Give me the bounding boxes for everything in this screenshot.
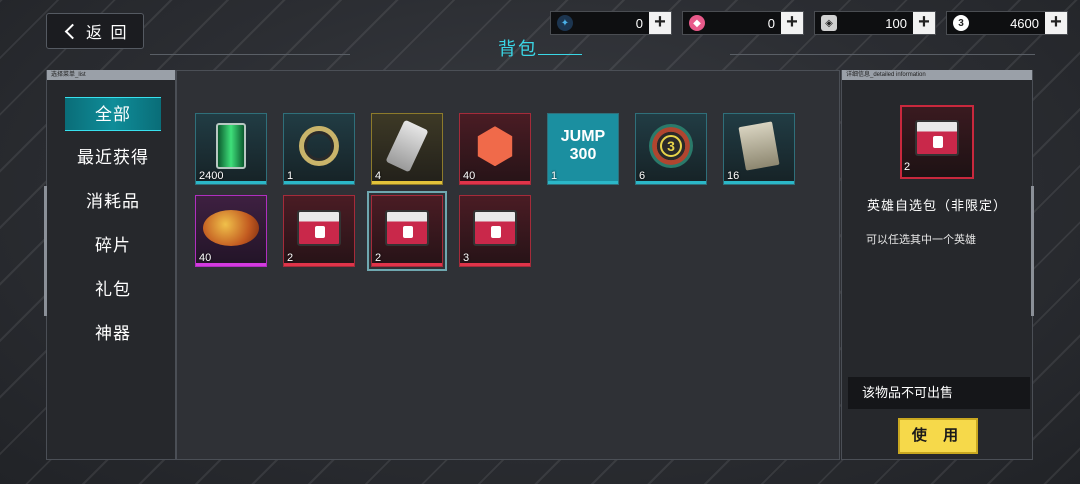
item-slot-card-ticket[interactable]: 4 <box>371 113 443 185</box>
item-slot-hero-chest[interactable]: 2 <box>283 195 355 267</box>
rarity-bar <box>460 181 530 184</box>
rarity-bar <box>196 181 266 184</box>
add-energy-button[interactable]: + <box>649 12 671 34</box>
item-slot-hero-chest[interactable]: 3 <box>459 195 531 267</box>
coin-number: 3 <box>660 135 682 158</box>
item-slot-gold-ring[interactable]: 1 <box>283 113 355 185</box>
currency-value: 0 <box>635 15 643 31</box>
currency-value: 100 <box>885 15 907 31</box>
tab-gift-packs[interactable]: 礼包 <box>65 273 161 307</box>
item-slot-chip-module[interactable]: 16 <box>723 113 795 185</box>
rarity-bar <box>460 263 530 266</box>
rarity-bar <box>636 181 706 184</box>
rarity-bar <box>284 263 354 266</box>
add-gem-button[interactable]: + <box>781 12 803 34</box>
food-icon <box>203 210 259 247</box>
currency-value: 0 <box>767 15 775 31</box>
currency-value: 4600 <box>1010 15 1039 31</box>
chest-icon <box>915 119 959 156</box>
back-label: 返 回 <box>86 25 129 42</box>
detail-caption: 详细信息_detailed information <box>842 70 1032 80</box>
crystal-canister-icon <box>216 123 246 170</box>
energy-icon: ✦ <box>557 15 573 31</box>
rarity-bar <box>196 263 266 266</box>
tab-all[interactable]: 全部 <box>65 97 161 131</box>
header-divider <box>150 54 350 55</box>
rarity-bar <box>724 181 794 184</box>
page-title: 背包 <box>498 39 538 59</box>
add-coin-button[interactable]: + <box>1045 12 1067 34</box>
ticket-icon: ◈ <box>821 15 837 31</box>
tab-consumables[interactable]: 消耗品 <box>65 185 161 219</box>
currency-coin: 3 4600 + <box>946 11 1068 35</box>
hexagon-gem-icon <box>477 126 513 167</box>
rarity-bar <box>548 181 618 184</box>
item-slot-gold-coin[interactable]: 3 6 <box>635 113 707 185</box>
coin-icon: 3 <box>953 15 969 31</box>
tab-recent[interactable]: 最近获得 <box>65 141 161 175</box>
currency-energy: ✦ 0 + <box>550 11 672 35</box>
detail-count: 2 <box>904 161 911 173</box>
frame-accent <box>44 186 47 316</box>
sidebar-caption: 选择菜单_list <box>47 70 175 80</box>
add-ticket-button[interactable]: + <box>913 12 935 34</box>
coin-icon: 3 <box>649 124 693 169</box>
use-button[interactable]: 使 用 <box>898 418 978 454</box>
item-slot-hero-chest-selected[interactable]: 2 <box>367 191 447 271</box>
tab-artifacts[interactable]: 神器 <box>65 317 161 351</box>
item-description: 可以任选其中一个英雄 <box>866 234 976 246</box>
jump-label: JUMP <box>560 128 606 146</box>
currency-ticket: ◈ 100 + <box>814 11 936 35</box>
item-slot-food-platter[interactable]: 40 <box>195 195 267 267</box>
gem-icon: ◆ <box>689 15 705 31</box>
jump-card-icon: JUMP 300 <box>561 128 605 164</box>
jump-value: 300 <box>569 146 597 164</box>
tab-fragments[interactable]: 碎片 <box>65 229 161 263</box>
chest-icon <box>297 210 341 247</box>
rarity-bar <box>284 181 354 184</box>
sell-status: 该物品不可出售 <box>848 377 1030 409</box>
item-slot-crystal-canister[interactable]: 2400 <box>195 113 267 185</box>
currency-gem: ◆ 0 + <box>682 11 804 35</box>
rarity-bar <box>372 263 442 266</box>
detail-panel: 详细信息_detailed information 2 英雄自选包（非限定） 可… <box>841 70 1033 460</box>
category-sidebar: 选择菜单_list 全部 最近获得 消耗品 碎片 礼包 神器 <box>46 70 176 460</box>
item-slot-jump-300[interactable]: JUMP 300 1 <box>547 113 619 185</box>
inventory-grid: 2400 1 4 40 JUMP 300 1 3 6 16 40 2 2 3 <box>176 70 840 460</box>
item-name: 英雄自选包（非限定） <box>866 198 1007 213</box>
header-divider <box>730 54 1035 55</box>
chip-icon <box>738 121 780 171</box>
detail-item-frame <box>900 105 974 179</box>
chevron-left-icon <box>64 23 81 39</box>
frame-accent <box>1031 186 1034 316</box>
back-button[interactable]: 返 回 <box>46 13 144 49</box>
chest-icon <box>473 210 517 247</box>
ticket-card-icon <box>385 119 429 173</box>
ring-icon <box>299 126 339 167</box>
chest-icon <box>385 210 429 247</box>
rarity-bar <box>372 181 442 184</box>
item-slot-red-gem[interactable]: 40 <box>459 113 531 185</box>
title-underline <box>538 54 582 55</box>
